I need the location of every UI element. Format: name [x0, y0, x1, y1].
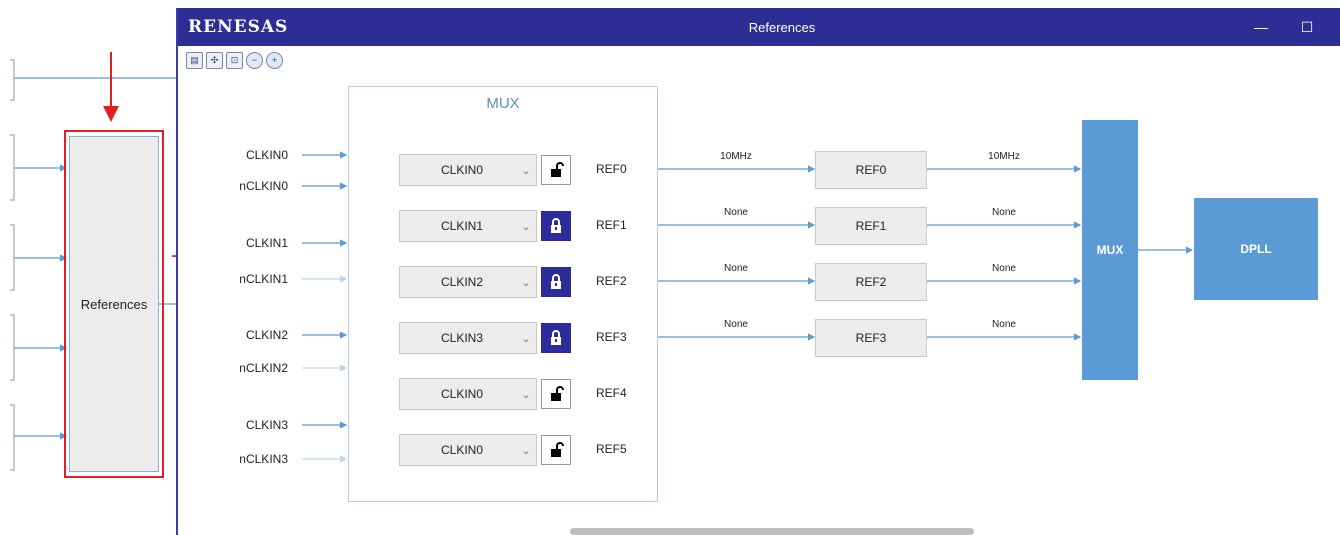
- input-label-nclkin3: nCLKIN3: [239, 452, 288, 466]
- dpll-block-label: DPLL: [1240, 242, 1272, 256]
- chevron-down-icon: ⌄: [521, 332, 531, 345]
- ref4-source-select[interactable]: CLKIN0 ⌄: [399, 378, 537, 410]
- unlock-icon[interactable]: [541, 379, 571, 409]
- freq-label-ref3-out: None: [992, 319, 1016, 330]
- select-value: CLKIN2: [440, 275, 484, 289]
- freq-label-ref1-in: None: [724, 207, 748, 218]
- chevron-down-icon: ⌄: [521, 220, 531, 233]
- output-label-ref5: REF5: [596, 442, 627, 456]
- select-value: CLKIN0: [440, 443, 484, 457]
- ref1-block[interactable]: REF1: [815, 207, 927, 245]
- output-label-ref1: REF1: [596, 218, 627, 232]
- input-label-clkin0: CLKIN0: [245, 148, 288, 162]
- freq-label-ref3-in: None: [724, 319, 748, 330]
- mux-block[interactable]: MUX: [1082, 120, 1138, 380]
- output-label-ref3: REF3: [596, 330, 627, 344]
- ref0-block[interactable]: REF0: [815, 151, 927, 189]
- lock-icon[interactable]: [541, 211, 571, 241]
- input-label-clkin3: CLKIN3: [245, 418, 288, 432]
- input-label-clkin1: CLKIN1: [245, 236, 288, 250]
- input-label-nclkin2: nCLKIN2: [239, 361, 288, 375]
- freq-label-ref2-out: None: [992, 263, 1016, 274]
- chevron-down-icon: ⌄: [521, 164, 531, 177]
- unlock-icon[interactable]: [541, 155, 571, 185]
- dpll-block[interactable]: DPLL: [1194, 198, 1318, 300]
- ref-block-label: REF1: [855, 219, 887, 233]
- output-label-ref0: REF0: [596, 162, 627, 176]
- lock-icon[interactable]: [541, 323, 571, 353]
- ref-block-label: REF0: [855, 163, 887, 177]
- input-label-clkin2: CLKIN2: [245, 328, 288, 342]
- freq-label-ref2-in: None: [724, 263, 748, 274]
- ref5-source-select[interactable]: CLKIN0 ⌄: [399, 434, 537, 466]
- chevron-down-icon: ⌄: [521, 444, 531, 457]
- lock-icon[interactable]: [541, 267, 571, 297]
- freq-label-ref0-out: 10MHz: [988, 151, 1020, 162]
- freq-label-ref1-out: None: [992, 207, 1016, 218]
- unlock-icon[interactable]: [541, 435, 571, 465]
- ref2-source-select[interactable]: CLKIN2 ⌄: [399, 266, 537, 298]
- output-label-ref2: REF2: [596, 274, 627, 288]
- ref3-source-select[interactable]: CLKIN3 ⌄: [399, 322, 537, 354]
- select-value: CLKIN1: [440, 219, 484, 233]
- ref-block-label: REF2: [855, 275, 887, 289]
- chevron-down-icon: ⌄: [521, 388, 531, 401]
- mux-block-label: MUX: [1096, 243, 1124, 257]
- chevron-down-icon: ⌄: [521, 276, 531, 289]
- input-label-nclkin0: nCLKIN0: [239, 179, 288, 193]
- ref2-block[interactable]: REF2: [815, 263, 927, 301]
- select-value: CLKIN0: [440, 163, 484, 177]
- diagram-canvas: CLKIN0 nCLKIN0 CLKIN1 nCLKIN1 CLKIN2 nCL…: [0, 0, 1340, 535]
- ref3-block[interactable]: REF3: [815, 319, 927, 357]
- input-label-nclkin1: nCLKIN1: [239, 272, 288, 286]
- output-label-ref4: REF4: [596, 386, 627, 400]
- ref-block-label: REF3: [855, 331, 887, 345]
- ref1-source-select[interactable]: CLKIN1 ⌄: [399, 210, 537, 242]
- horizontal-scrollbar[interactable]: [570, 528, 974, 535]
- select-value: CLKIN3: [440, 331, 484, 345]
- freq-label-ref0-in: 10MHz: [720, 151, 752, 162]
- select-value: CLKIN0: [440, 387, 484, 401]
- diagram-connectors: [302, 151, 1194, 463]
- mux-panel-title: MUX: [486, 95, 520, 112]
- ref0-source-select[interactable]: CLKIN0 ⌄: [399, 154, 537, 186]
